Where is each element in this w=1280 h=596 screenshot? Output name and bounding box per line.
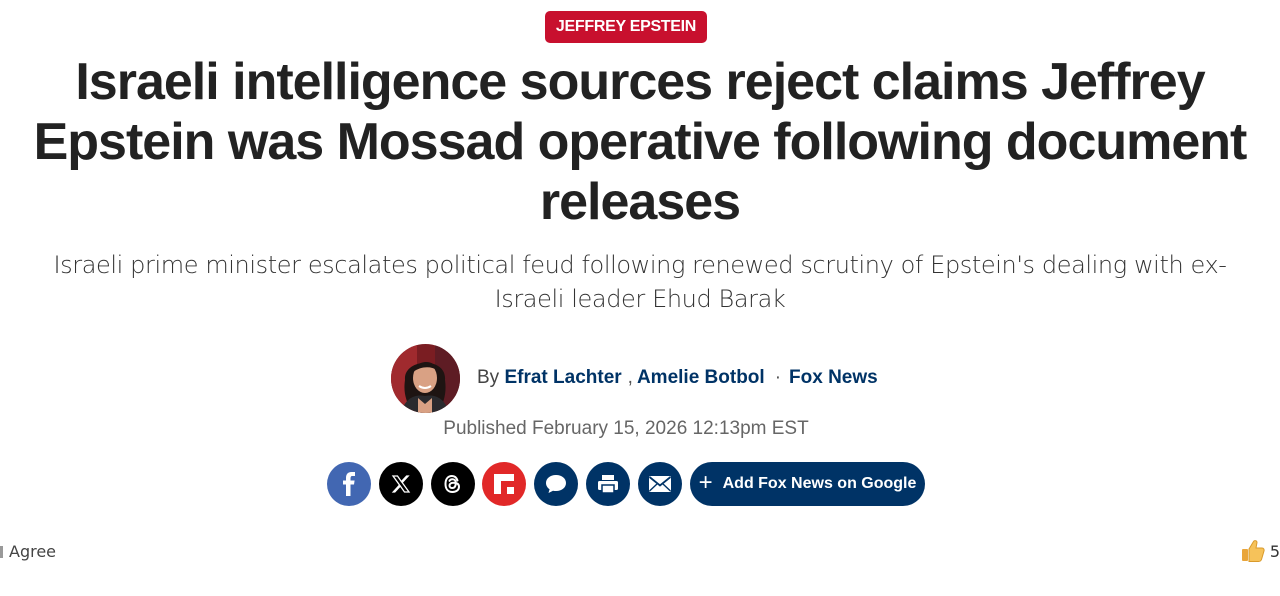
add-fox-news-on-google-button[interactable]: + Add Fox News on Google	[690, 462, 925, 506]
byline: By Efrat Lachter, Amelie Botbol · Fox News	[477, 366, 878, 390]
author-avatar[interactable]	[391, 344, 460, 413]
like-reaction[interactable]: 5	[1240, 538, 1280, 564]
facebook-share-button[interactable]	[327, 462, 371, 506]
x-share-button[interactable]	[379, 462, 423, 506]
outlet-link[interactable]: Fox News	[789, 367, 878, 389]
google-button-label: Add Fox News on Google	[722, 475, 917, 492]
print-icon	[598, 475, 618, 494]
email-icon	[648, 476, 672, 492]
comments-button[interactable]	[534, 462, 578, 506]
avatar-photo	[391, 344, 460, 413]
published-date: Published February 15, 2026 12:13pm EST	[443, 418, 809, 439]
plus-icon: +	[698, 469, 713, 496]
email-share-button[interactable]	[638, 462, 682, 506]
flipboard-icon	[494, 474, 514, 494]
x-icon	[391, 475, 411, 493]
comment-bubble-icon	[546, 475, 566, 493]
author-link-amelie-botbol[interactable]: Amelie Botbol	[637, 367, 765, 389]
agree-label: Agree	[9, 542, 57, 561]
article-subheadline: Israeli prime minister escalates politic…	[53, 251, 1227, 313]
author-link-efrat-lachter[interactable]: Efrat Lachter	[504, 367, 621, 389]
agree-reaction[interactable]: Agree	[0, 542, 56, 561]
author-separator: ,	[627, 367, 633, 388]
thumbs-up-icon	[1241, 540, 1265, 562]
like-count: 5	[1269, 541, 1280, 561]
facebook-icon	[343, 472, 355, 496]
print-button[interactable]	[586, 462, 630, 506]
threads-icon	[444, 474, 461, 494]
flipboard-share-button[interactable]	[482, 462, 526, 506]
agree-icon	[0, 545, 3, 558]
byline-dot: ·	[774, 367, 782, 388]
article-headline: Israeli intelligence sources reject clai…	[33, 53, 1248, 231]
byline-prefix: By	[477, 367, 500, 388]
category-tag[interactable]: JEFFREY EPSTEIN	[545, 11, 707, 43]
threads-share-button[interactable]	[431, 462, 475, 506]
